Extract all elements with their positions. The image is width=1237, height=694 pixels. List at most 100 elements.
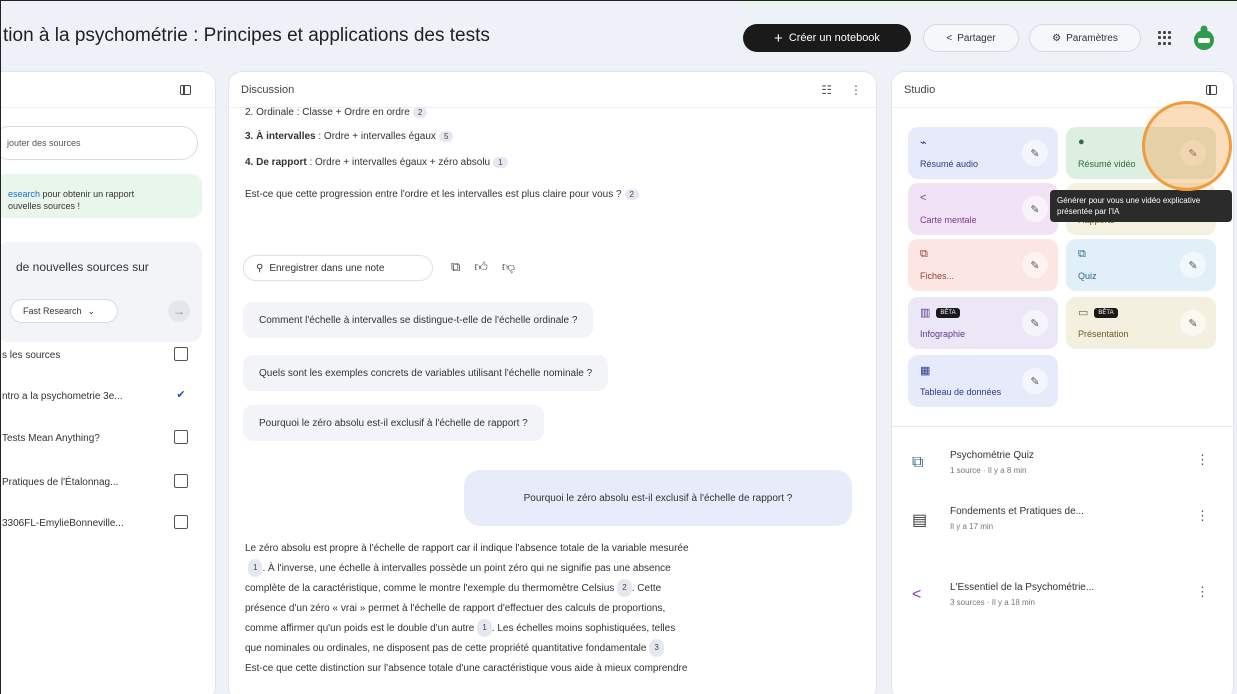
- suggested-question[interactable]: Comment l'échelle à intervalles se disti…: [243, 302, 594, 338]
- tune-icon[interactable]: ☷: [821, 83, 832, 97]
- chat-scroll-area[interactable]: 2. Ordinale : Classe + Ordre en ordre 2 3…: [229, 107, 876, 694]
- tile-label: Carte mentale: [920, 215, 977, 225]
- answer-text: Le zéro absolu est propre à l'échelle de…: [245, 543, 689, 554]
- bar-chart-icon: ▥ BÊTA: [920, 306, 960, 319]
- edit-pencil-icon[interactable]: ✎: [1022, 252, 1048, 278]
- top-bar: tion à la psychométrie : Principes et ap…: [1, 11, 1237, 63]
- source-item[interactable]: 3306FL-EmylieBonneville...: [2, 513, 202, 533]
- quiz-icon: ⧉: [1078, 248, 1086, 260]
- copy-icon[interactable]: ⧉: [451, 259, 460, 275]
- edit-pencil-icon[interactable]: ✎: [1022, 368, 1048, 394]
- create-notebook-button[interactable]: + Créer un notebook: [743, 24, 911, 52]
- tile-quiz[interactable]: ⧉ Quiz ✎: [1066, 239, 1216, 291]
- source-item[interactable]: Pratiques de l'Étalonnag...: [2, 472, 202, 492]
- edit-pencil-icon[interactable]: ✎: [1022, 310, 1048, 336]
- more-vert-icon[interactable]: ⋮: [1196, 508, 1209, 524]
- tile-label: Quiz: [1078, 271, 1097, 281]
- tile-audio-overview[interactable]: ⌁ Résumé audio ✎: [908, 127, 1058, 179]
- tile-infographic[interactable]: ▥ BÊTA Infographie ✎: [908, 297, 1058, 349]
- more-vert-icon[interactable]: ⋮: [1196, 584, 1209, 600]
- share-button[interactable]: < Partager: [923, 24, 1019, 52]
- select-all-row[interactable]: s les sources: [2, 345, 202, 365]
- tile-label: Tableau de données: [920, 387, 1002, 397]
- save-to-note-button[interactable]: ⚲ Enregistrer dans une note: [243, 255, 433, 281]
- source-item[interactable]: Tests Mean Anything?: [2, 428, 202, 448]
- fast-research-label: Fast Research: [23, 306, 82, 316]
- source-label: 3306FL-EmylieBonneville...: [2, 517, 124, 529]
- source-checkbox[interactable]: [174, 474, 188, 488]
- source-item[interactable]: ntro a la psychometrie 3e... ✔: [2, 386, 202, 406]
- thumbs-down-icon[interactable]: 👎︎: [502, 259, 515, 275]
- thumbs-up-icon[interactable]: 👍︎: [474, 259, 488, 275]
- settings-label: Paramètres: [1066, 32, 1118, 44]
- edit-pencil-icon[interactable]: ✎: [1022, 196, 1048, 222]
- apps-grid-icon[interactable]: [1158, 31, 1172, 45]
- citation-chip[interactable]: 2: [617, 579, 632, 598]
- tile-label: Présentation: [1078, 329, 1129, 339]
- edit-pencil-icon[interactable]: ✎: [1180, 310, 1206, 336]
- beta-badge: BÊTA: [1094, 308, 1118, 319]
- tile-mind-map[interactable]: < Carte mentale ✎: [908, 183, 1058, 235]
- source-checkbox-checked[interactable]: ✔: [174, 388, 188, 402]
- answer-line: présence d'un zéro « vrai » permet à l'é…: [245, 599, 845, 619]
- notification-strip: [746, 1, 1237, 7]
- note-subtitle: 1 source · Il y a 8 min: [950, 466, 1027, 475]
- suggested-question[interactable]: Pourquoi le zéro absolu est-il exclusif …: [243, 405, 544, 441]
- citation-chip[interactable]: 1: [477, 619, 492, 638]
- discover-prompt[interactable]: de nouvelles sources sur: [16, 260, 149, 274]
- slides-icon: ▭ BÊTA: [1078, 306, 1118, 319]
- answer-text: présence d'un zéro « vrai » permet à l'é…: [245, 603, 666, 614]
- more-vert-icon[interactable]: ⋮: [1196, 452, 1209, 468]
- response-line: 3. À intervalles : Ordre + intervalles é…: [245, 131, 454, 142]
- user-message-text: Pourquoi le zéro absolu est-il exclusif …: [523, 492, 793, 504]
- citation-chip[interactable]: 1: [248, 559, 263, 578]
- plus-icon: +: [774, 29, 783, 47]
- suggestion-text: Quels sont les exemples concrets de vari…: [259, 367, 593, 379]
- sources-panel-header: [1, 72, 215, 108]
- divider: [892, 426, 1233, 427]
- settings-button[interactable]: ⚙ Paramètres: [1029, 24, 1141, 52]
- edit-pencil-icon[interactable]: ✎: [1180, 252, 1206, 278]
- studio-note-item[interactable]: ▤ Fondements et Pratiques de... Il y a 1…: [912, 504, 1212, 544]
- avatar[interactable]: [1189, 23, 1219, 53]
- source-label: Tests Mean Anything?: [2, 432, 100, 444]
- answer-text: . Cette: [631, 583, 662, 594]
- citation-chip[interactable]: 5: [438, 131, 454, 142]
- notebook-title[interactable]: tion à la psychométrie : Principes et ap…: [3, 25, 490, 47]
- suggestion-text: Comment l'échelle à intervalles se disti…: [259, 314, 578, 326]
- select-all-checkbox[interactable]: [174, 347, 188, 361]
- fast-research-dropdown[interactable]: Fast Research ⌄: [10, 299, 118, 323]
- answer-text: comme affirmer qu'un poids est le double…: [245, 623, 475, 634]
- click-highlight: [1142, 101, 1232, 191]
- tile-flashcards[interactable]: ⧉ Fiches... ✎: [908, 239, 1058, 291]
- more-vert-icon[interactable]: ⋮: [850, 83, 862, 97]
- add-sources-input[interactable]: jouter des sources: [1, 126, 198, 160]
- flashcards-icon: ⧉: [920, 248, 928, 260]
- response-question: Est-ce que cette progression entre l'ord…: [245, 189, 639, 200]
- collapse-panel-icon[interactable]: [1206, 85, 1217, 95]
- response-text: : Ordre + intervalles égaux + zéro absol…: [306, 157, 491, 169]
- suggested-question[interactable]: Quels sont les exemples concrets de vari…: [243, 355, 609, 391]
- collapse-panel-icon[interactable]: [180, 85, 191, 95]
- submit-arrow-button[interactable]: →: [168, 300, 190, 322]
- mind-map-icon: <: [912, 586, 922, 603]
- note-title: Psychométrie Quiz: [950, 450, 1034, 461]
- select-all-label: s les sources: [2, 349, 61, 361]
- citation-chip[interactable]: 2: [624, 189, 639, 200]
- response-text: 2. Ordinale : Classe + Ordre en ordre: [245, 107, 410, 119]
- studio-note-item[interactable]: ⧉ Psychométrie Quiz 1 source · Il y a 8 …: [912, 448, 1212, 488]
- research-link[interactable]: esearch: [8, 189, 40, 199]
- citation-chip[interactable]: 2: [412, 107, 428, 118]
- response-line: 4. De rapport : Ordre + intervalles égau…: [245, 157, 508, 168]
- quiz-icon: ⧉: [912, 454, 924, 471]
- source-checkbox[interactable]: [174, 515, 188, 529]
- citation-chip[interactable]: 3: [649, 639, 664, 658]
- tile-presentation[interactable]: ▭ BÊTA Présentation ✎: [1066, 297, 1216, 349]
- source-checkbox[interactable]: [174, 430, 188, 444]
- edit-pencil-icon[interactable]: ✎: [1022, 140, 1048, 166]
- studio-note-item[interactable]: < L'Essentiel de la Psychométrie... 3 so…: [912, 580, 1212, 620]
- citation-chip[interactable]: 1: [493, 157, 508, 168]
- suggestion-text: Pourquoi le zéro absolu est-il exclusif …: [259, 417, 528, 429]
- tile-label: Résumé audio: [920, 159, 979, 169]
- tile-data-table[interactable]: ▦ Tableau de données ✎: [908, 355, 1058, 407]
